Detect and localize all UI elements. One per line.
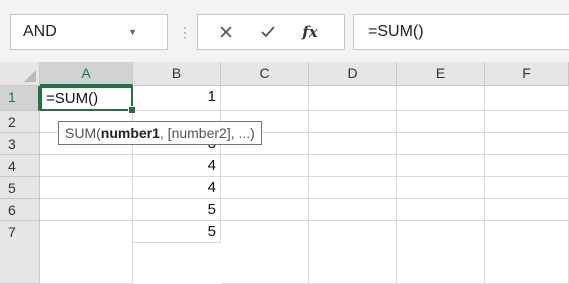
fx-icon: fx bbox=[302, 23, 318, 41]
x-icon[interactable] bbox=[206, 15, 246, 49]
column-header-e[interactable]: E bbox=[397, 62, 485, 86]
cell-b1[interactable]: 1 bbox=[133, 86, 221, 111]
cell-e2[interactable] bbox=[397, 111, 485, 133]
cell-e6[interactable] bbox=[397, 199, 485, 221]
row-header-3[interactable]: 3 bbox=[0, 133, 40, 155]
cell-d1[interactable] bbox=[309, 86, 397, 111]
cell-e4[interactable] bbox=[397, 155, 485, 177]
fill-handle[interactable] bbox=[128, 106, 136, 114]
tooltip-current-arg[interactable]: number1 bbox=[101, 125, 160, 141]
cell-a6[interactable] bbox=[40, 199, 133, 221]
row-header-5[interactable]: 5 bbox=[0, 177, 40, 199]
cell-b5[interactable]: 4 bbox=[133, 177, 221, 199]
cell-c6[interactable] bbox=[221, 199, 309, 221]
cell-d7[interactable] bbox=[309, 221, 397, 284]
cell-f2[interactable] bbox=[485, 111, 569, 133]
cell-a4[interactable] bbox=[40, 155, 133, 177]
cell-c1[interactable] bbox=[221, 86, 309, 111]
cell-d4[interactable] bbox=[309, 155, 397, 177]
function-tooltip: SUM(number1, [number2], ...) bbox=[58, 121, 262, 145]
check-icon[interactable] bbox=[248, 15, 288, 49]
cell-f3[interactable] bbox=[485, 133, 569, 155]
formula-text: =SUM() bbox=[368, 23, 424, 40]
row-header-2[interactable]: 2 bbox=[0, 111, 40, 133]
cell-c5[interactable] bbox=[221, 177, 309, 199]
column-header-a[interactable]: A bbox=[40, 62, 133, 86]
formula-buttons: fx bbox=[197, 14, 345, 50]
cell-c4[interactable] bbox=[221, 155, 309, 177]
row-header-4[interactable]: 4 bbox=[0, 155, 40, 177]
column-header-c[interactable]: C bbox=[221, 62, 309, 86]
cell-e7[interactable] bbox=[397, 221, 485, 284]
cell-b4[interactable]: 4 bbox=[133, 155, 221, 177]
cell-e1[interactable] bbox=[397, 86, 485, 111]
cell-b7[interactable]: 5 bbox=[133, 221, 221, 243]
cell-c7[interactable] bbox=[221, 221, 309, 284]
formula-input[interactable]: =SUM() bbox=[353, 14, 569, 50]
name-box[interactable]: AND ▼ bbox=[10, 14, 168, 50]
cell-a5[interactable] bbox=[40, 177, 133, 199]
cell-f6[interactable] bbox=[485, 199, 569, 221]
cell-f4[interactable] bbox=[485, 155, 569, 177]
fx-button[interactable]: fx bbox=[290, 15, 330, 49]
cell-b6[interactable]: 5 bbox=[133, 199, 221, 221]
cell-f1[interactable] bbox=[485, 86, 569, 111]
column-header-d[interactable]: D bbox=[309, 62, 397, 86]
cell-f5[interactable] bbox=[485, 177, 569, 199]
select-all-triangle-icon bbox=[24, 70, 36, 82]
cell-e5[interactable] bbox=[397, 177, 485, 199]
kebab-icon[interactable]: ⋮ bbox=[178, 14, 192, 50]
cell-d6[interactable] bbox=[309, 199, 397, 221]
cell-d3[interactable] bbox=[309, 133, 397, 155]
row-header-1[interactable]: 1 bbox=[0, 86, 40, 111]
cell-e3[interactable] bbox=[397, 133, 485, 155]
row-header-6[interactable]: 6 bbox=[0, 199, 40, 221]
name-box-value: AND bbox=[23, 23, 57, 40]
cell-d2[interactable] bbox=[309, 111, 397, 133]
cell-f7[interactable] bbox=[485, 221, 569, 284]
column-header-f[interactable]: F bbox=[485, 62, 569, 86]
cell-a1-active[interactable]: =SUM() bbox=[40, 86, 133, 111]
cell-d5[interactable] bbox=[309, 177, 397, 199]
select-all-corner[interactable] bbox=[0, 62, 40, 86]
row-header-7[interactable]: 7 bbox=[0, 221, 40, 284]
column-header-b[interactable]: B bbox=[133, 62, 221, 86]
tooltip-rest: , [number2], ...) bbox=[159, 125, 255, 141]
cell-a7[interactable] bbox=[40, 221, 133, 284]
tooltip-prefix: SUM( bbox=[65, 125, 101, 141]
caret-down-icon[interactable]: ▼ bbox=[128, 15, 137, 49]
